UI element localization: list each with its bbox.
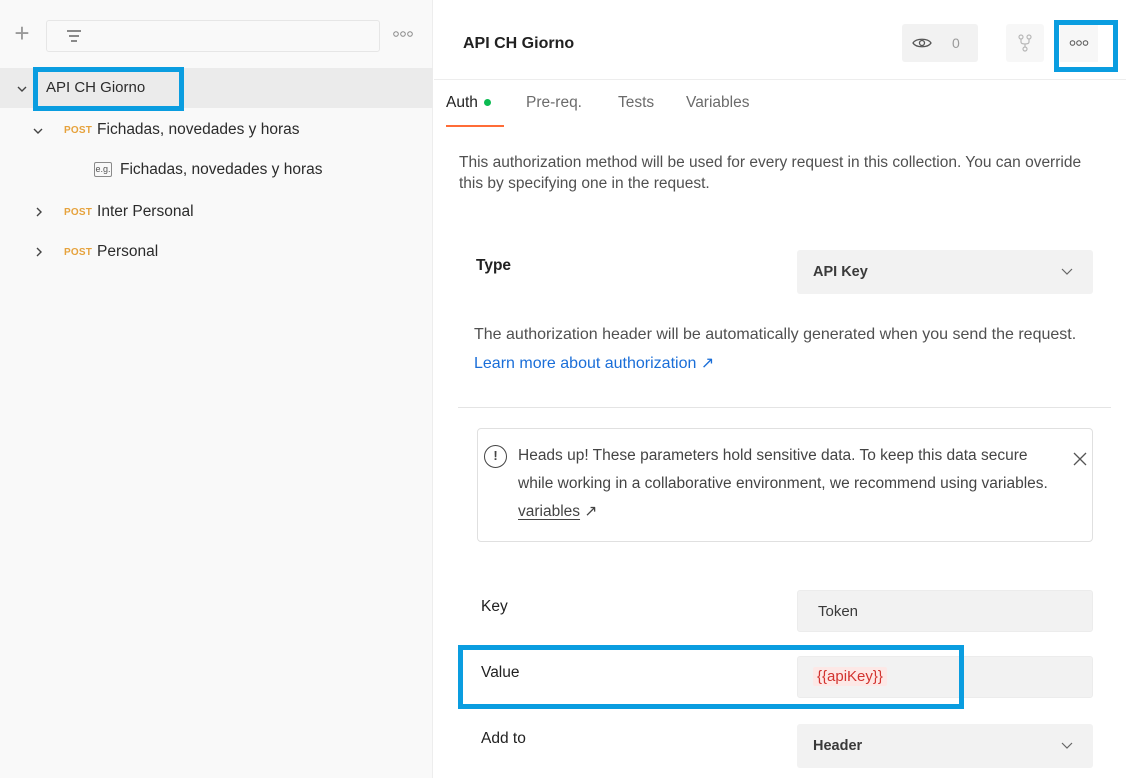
warning-icon: !	[484, 445, 507, 468]
sidebar-toolbar: +	[0, 0, 433, 66]
auth-description: This authorization method will be used f…	[459, 154, 1082, 192]
add-to-value: Header	[813, 738, 863, 754]
eye-icon	[912, 38, 932, 48]
close-icon[interactable]	[1072, 451, 1088, 467]
request-name: Inter Personal	[97, 203, 194, 220]
filter-icon	[67, 30, 81, 42]
new-collection-button[interactable]: +	[10, 20, 34, 46]
request-name: Fichadas, novedades y horas	[97, 121, 300, 138]
more-options-icon[interactable]	[392, 29, 414, 39]
request-item[interactable]: POST Inter Personal	[0, 192, 433, 232]
fork-button[interactable]	[1006, 24, 1044, 62]
method-badge: POST	[64, 247, 93, 258]
request-item[interactable]: POST Fichadas, novedades y horas	[0, 110, 433, 150]
auth-note-text: The authorization header will be automat…	[474, 326, 1077, 343]
request-label: POST Inter Personal	[64, 203, 194, 221]
type-label: Type	[476, 257, 512, 274]
watch-count: 0	[952, 35, 960, 51]
learn-more-link[interactable]: Learn more about authorization ↗	[474, 355, 714, 372]
auth-indicator	[483, 99, 491, 106]
add-to-label: Add to	[481, 730, 526, 747]
highlight-box	[33, 67, 184, 111]
method-badge: POST	[64, 125, 93, 136]
key-value: Token	[818, 603, 859, 620]
active-tab-underline	[446, 125, 504, 127]
chevron-down-icon	[1061, 268, 1073, 275]
auth-type-value: API Key	[813, 264, 868, 280]
highlight-box	[458, 645, 964, 709]
tab-tests[interactable]: Tests	[618, 94, 654, 112]
chevron-down-icon[interactable]	[32, 125, 44, 137]
example-item[interactable]: e.g. Fichadas, novedades y horas	[0, 150, 433, 190]
chevron-down-icon	[1061, 742, 1073, 749]
divider	[458, 407, 1111, 408]
auth-type-select[interactable]: API Key	[797, 250, 1093, 294]
alert-message: Heads up! These parameters hold sensitiv…	[518, 442, 1048, 526]
request-item[interactable]: POST Personal	[0, 232, 433, 272]
auth-note: The authorization header will be automat…	[474, 320, 1114, 378]
request-label: POST Personal	[64, 243, 158, 261]
tab-label: Auth	[446, 94, 478, 111]
highlight-box	[1054, 20, 1118, 72]
external-link-icon: ↗	[584, 503, 598, 520]
variables-link[interactable]: variables	[518, 503, 580, 520]
add-to-select[interactable]: Header	[797, 724, 1093, 768]
collection-sidebar: + API CH Giorno POST Fichadas, novedades …	[0, 0, 433, 778]
example-name: Fichadas, novedades y horas	[120, 161, 323, 178]
watch-button[interactable]: 0	[902, 24, 978, 62]
sensitive-data-alert: ! Heads up! These parameters hold sensit…	[477, 428, 1093, 542]
tab-variables[interactable]: Variables	[686, 94, 749, 112]
key-label: Key	[481, 598, 508, 615]
fork-icon	[1018, 34, 1032, 52]
key-input[interactable]: Token	[797, 590, 1093, 632]
page-title: API CH Giorno	[463, 35, 575, 52]
chevron-down-icon[interactable]	[16, 83, 28, 95]
filter-input[interactable]	[46, 20, 380, 52]
tab-auth[interactable]: Auth	[446, 94, 491, 112]
tab-pre-request[interactable]: Pre-req.	[526, 94, 582, 112]
chevron-right-icon[interactable]	[33, 246, 45, 258]
example-icon: e.g.	[94, 162, 112, 177]
request-label: POST Fichadas, novedades y horas	[64, 121, 300, 139]
request-name: Personal	[97, 243, 159, 260]
chevron-right-icon[interactable]	[33, 206, 45, 218]
alert-text: Heads up! These parameters hold sensitiv…	[518, 447, 1048, 492]
method-badge: POST	[64, 207, 93, 218]
editor-header: API CH Giorno 0	[434, 0, 1126, 80]
